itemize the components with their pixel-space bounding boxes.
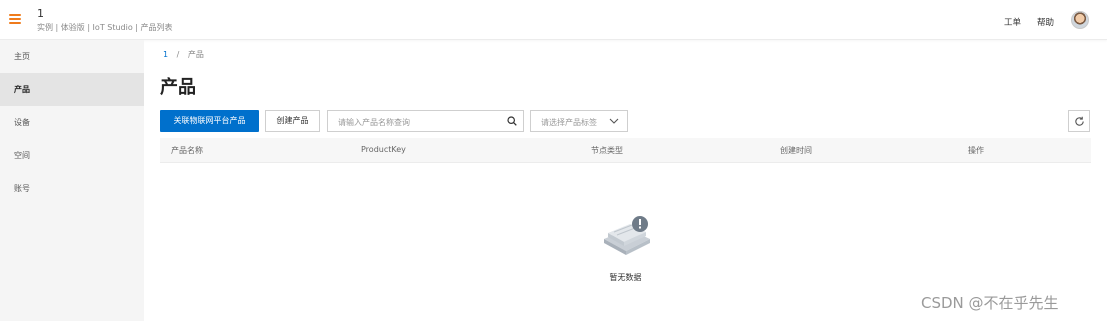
sidebar-item-home[interactable]: 主页 (0, 40, 144, 73)
product-search-input[interactable] (328, 111, 510, 133)
breadcrumb-root[interactable]: 1 (163, 50, 168, 59)
sidebar-item-devices[interactable]: 设备 (0, 106, 144, 139)
column-header-productkey: ProductKey (361, 145, 406, 154)
page-title: 产品 (160, 77, 196, 98)
empty-data-icon (604, 216, 650, 255)
app-title: 1 (37, 7, 44, 20)
breadcrumb: 1 / 产品 (163, 49, 204, 60)
search-icon[interactable] (507, 116, 517, 126)
column-header-created-time: 创建时间 (780, 146, 812, 155)
column-header-product-name: 产品名称 (171, 146, 203, 155)
empty-state-text: 暂无数据 (609, 273, 642, 282)
refresh-icon (1075, 116, 1084, 126)
breadcrumb-separator: / (176, 50, 180, 59)
tag-select-placeholder: 请选择产品标签 (541, 118, 597, 127)
breadcrumb-current: 产品 (187, 50, 204, 59)
column-header-actions: 操作 (968, 146, 984, 155)
ticket-link[interactable]: 工单 (1004, 16, 1021, 28)
create-product-button[interactable]: 创建产品 (265, 110, 320, 132)
user-avatar[interactable] (1071, 11, 1089, 29)
hamburger-menu-icon[interactable] (9, 14, 21, 24)
watermark: CSDN @不在乎先生 (921, 294, 1059, 312)
product-tag-select[interactable]: 请选择产品标签 (530, 110, 628, 132)
product-search-box (327, 110, 524, 133)
refresh-button[interactable] (1068, 110, 1090, 132)
app-breadcrumb-subtitle: 实例 | 体验版 | IoT Studio | 产品列表 (37, 23, 173, 32)
top-header: 1 实例 | 体验版 | IoT Studio | 产品列表 工单 帮助 (0, 0, 1107, 40)
table-header: 产品名称 ProductKey 节点类型 创建时间 操作 (160, 138, 1091, 163)
sidebar-item-spaces[interactable]: 空间 (0, 139, 144, 172)
help-link[interactable]: 帮助 (1037, 16, 1054, 28)
link-iot-product-button[interactable]: 关联物联网平台产品 (160, 110, 259, 132)
column-header-node-type: 节点类型 (591, 146, 623, 155)
sidebar-item-accounts[interactable]: 账号 (0, 172, 144, 205)
sidebar-item-products[interactable]: 产品 (0, 73, 144, 106)
chevron-down-icon (609, 118, 619, 124)
